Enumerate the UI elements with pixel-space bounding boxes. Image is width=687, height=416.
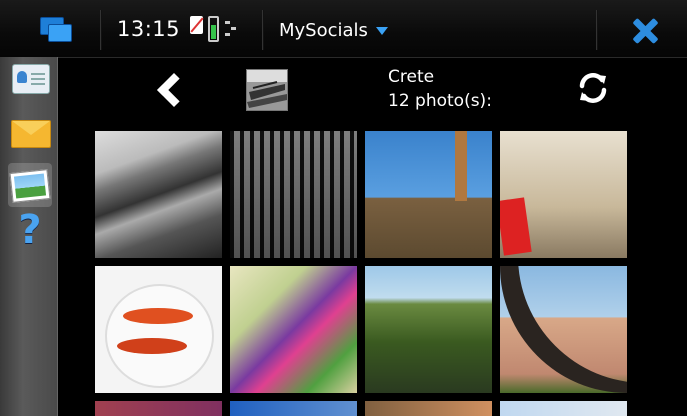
help-icon: ? [18,207,42,253]
contacts-icon [12,64,50,94]
photo-thumbnail[interactable] [95,131,222,258]
photos-icon [9,169,51,203]
album-name: Crete [388,67,435,87]
divider [262,10,263,50]
app-menu[interactable]: MySocials [279,20,388,41]
photo-count: 12 photo(s): [388,91,492,111]
photo-thumbnail[interactable] [95,266,222,393]
clock[interactable]: 13:15 [117,17,180,41]
battery-icon [208,16,219,42]
task-switcher-icon[interactable] [36,13,76,45]
sidebar-item-contacts[interactable] [8,58,52,102]
photo-thumbnail[interactable] [365,131,492,258]
photo-thumbnail[interactable] [365,266,492,393]
photo-thumbnail[interactable] [95,401,222,416]
refresh-icon [579,73,607,103]
photo-thumbnail[interactable] [230,401,357,416]
photo-thumbnail[interactable] [365,401,492,416]
divider [100,10,101,50]
photo-thumbnail[interactable] [500,266,627,393]
album-cover[interactable] [246,69,288,111]
photo-grid [95,131,630,416]
refresh-button[interactable] [575,70,611,106]
back-button[interactable] [156,70,188,108]
divider [596,10,597,50]
sidebar: ? [0,57,58,416]
status-indicators[interactable] [190,14,242,46]
dropdown-caret-icon [375,27,388,35]
no-sim-icon [190,16,203,34]
close-icon[interactable] [626,14,662,48]
sidebar-item-help[interactable]: ? [8,207,52,253]
photo-thumbnail[interactable] [230,131,357,258]
signal-icon [225,18,239,39]
photo-thumbnail[interactable] [500,401,627,416]
mail-icon [11,120,51,148]
photo-thumbnail[interactable] [230,266,357,393]
sidebar-item-messages[interactable] [8,110,52,154]
photo-thumbnail[interactable] [500,131,627,258]
sidebar-item-photos[interactable] [8,163,52,207]
app-title: MySocials [279,20,368,41]
status-bar: 13:15 MySocials [0,0,687,58]
